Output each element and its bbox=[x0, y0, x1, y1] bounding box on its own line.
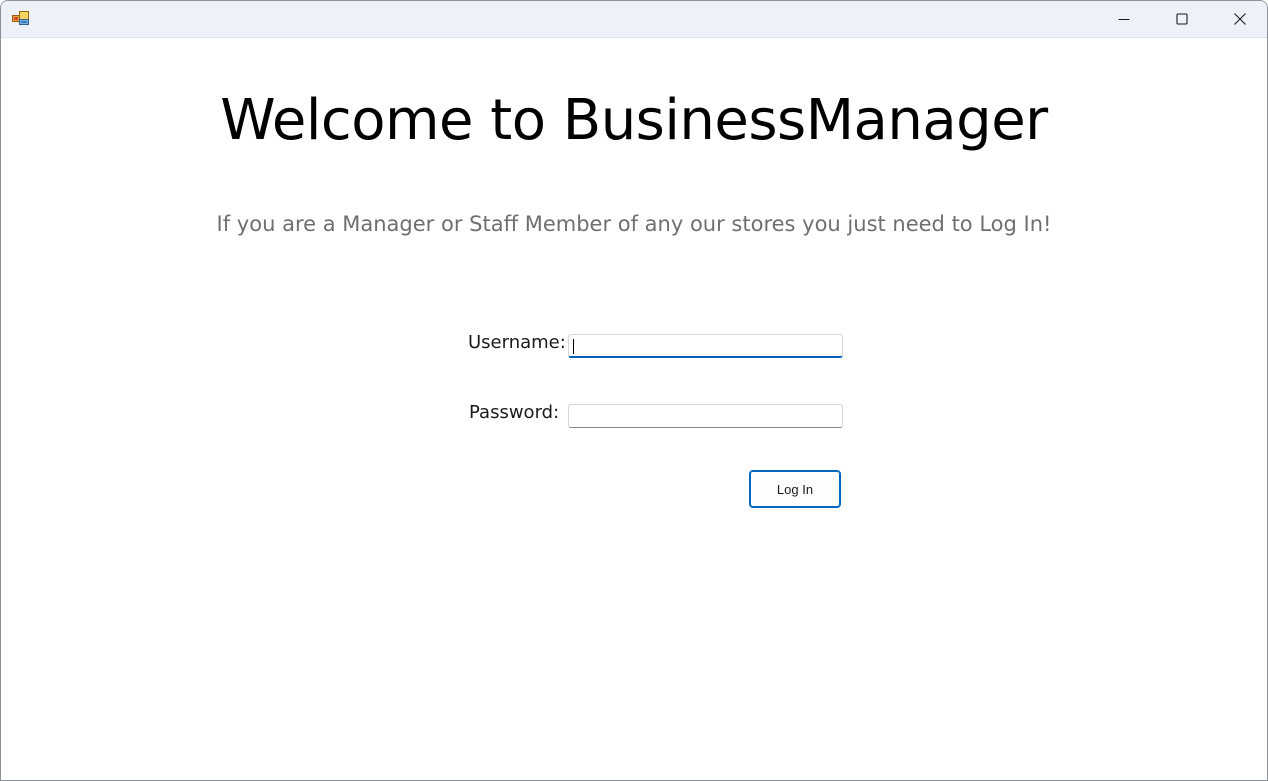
app-icon[interactable] bbox=[12, 10, 30, 26]
log-in-button[interactable]: Log In bbox=[749, 470, 841, 508]
maximize-icon bbox=[1176, 13, 1188, 25]
close-button[interactable] bbox=[1211, 1, 1267, 37]
maximize-button[interactable] bbox=[1153, 1, 1211, 37]
page-subtitle: If you are a Manager or Staff Member of … bbox=[216, 212, 1052, 236]
minimize-icon bbox=[1118, 19, 1130, 20]
app-window: Welcome to BusinessManager If you are a … bbox=[0, 0, 1268, 781]
title-bar[interactable] bbox=[1, 1, 1267, 38]
close-icon bbox=[1234, 13, 1246, 25]
page-title: Welcome to BusinessManager bbox=[220, 88, 1048, 153]
minimize-button[interactable] bbox=[1095, 1, 1153, 37]
username-field[interactable] bbox=[568, 334, 843, 358]
text-caret bbox=[573, 339, 574, 354]
login-panel: Welcome to BusinessManager If you are a … bbox=[1, 38, 1267, 780]
username-label: Username: bbox=[468, 332, 566, 353]
password-field[interactable] bbox=[568, 404, 843, 428]
password-label: Password: bbox=[469, 402, 560, 423]
